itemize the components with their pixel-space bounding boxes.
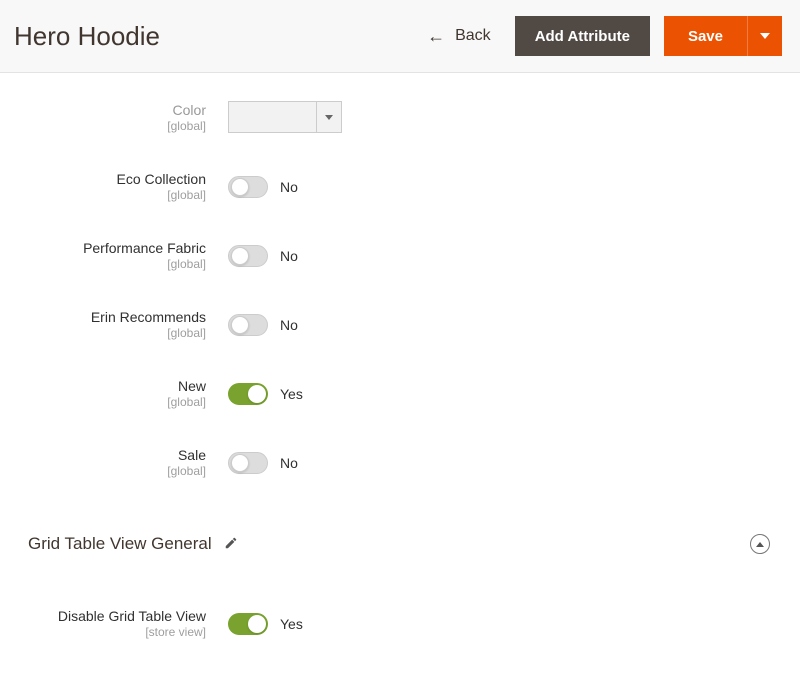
save-button[interactable]: Save	[664, 16, 748, 56]
pencil-icon	[224, 536, 238, 553]
toggle-state-text: Yes	[280, 386, 303, 402]
field-erin-recommends: Erin Recommends [global] No	[0, 309, 800, 340]
field-disable-grid-table-view: Disable Grid Table View [store view] Yes	[0, 608, 800, 639]
field-label-col: Color [global]	[0, 102, 228, 133]
field-label-col: Erin Recommends [global]	[0, 309, 228, 340]
field-label-col: Performance Fabric [global]	[0, 240, 228, 271]
new-toggle[interactable]	[228, 383, 268, 405]
chevron-down-icon	[316, 101, 342, 133]
section-grid-table-view-general[interactable]: Grid Table View General	[0, 516, 800, 568]
erin-recommends-toggle[interactable]	[228, 314, 268, 336]
field-label: Eco Collection	[0, 171, 206, 187]
performance-fabric-toggle[interactable]	[228, 245, 268, 267]
field-scope: [global]	[0, 257, 206, 271]
field-label: New	[0, 378, 206, 394]
field-new: New [global] Yes	[0, 378, 800, 409]
field-color: Color [global]	[0, 101, 800, 133]
field-label: Color	[0, 102, 206, 118]
field-scope: [global]	[0, 464, 206, 478]
field-scope: [global]	[0, 326, 206, 340]
field-scope: [global]	[0, 119, 206, 133]
toggle-state-text: No	[280, 455, 298, 471]
field-label-col: New [global]	[0, 378, 228, 409]
field-label: Disable Grid Table View	[0, 608, 206, 624]
attributes-form: Color [global] Eco Collection [global] N…	[0, 73, 800, 478]
field-label-col: Eco Collection [global]	[0, 171, 228, 202]
toggle-state-text: Yes	[280, 616, 303, 632]
color-select[interactable]	[228, 101, 342, 133]
chevron-down-icon	[760, 33, 770, 39]
field-eco-collection: Eco Collection [global] No	[0, 171, 800, 202]
collapse-toggle[interactable]	[750, 534, 770, 554]
eco-collection-toggle[interactable]	[228, 176, 268, 198]
add-attribute-button[interactable]: Add Attribute	[515, 16, 650, 56]
field-performance-fabric: Performance Fabric [global] No	[0, 240, 800, 271]
toggle-state-text: No	[280, 317, 298, 333]
save-dropdown-toggle[interactable]	[748, 16, 782, 56]
back-label: Back	[455, 27, 491, 45]
field-scope: [store view]	[0, 625, 206, 639]
field-label: Erin Recommends	[0, 309, 206, 325]
section-title: Grid Table View General	[28, 534, 212, 554]
toggle-state-text: No	[280, 248, 298, 264]
field-label-col: Sale [global]	[0, 447, 228, 478]
toggle-state-text: No	[280, 179, 298, 195]
sale-toggle[interactable]	[228, 452, 268, 474]
chevron-up-icon	[756, 542, 764, 547]
field-scope: [global]	[0, 188, 206, 202]
field-label: Performance Fabric	[0, 240, 206, 256]
back-button[interactable]: ← Back	[427, 27, 491, 45]
page-header: Hero Hoodie ← Back Add Attribute Save	[0, 0, 800, 73]
field-sale: Sale [global] No	[0, 447, 800, 478]
field-label-col: Disable Grid Table View [store view]	[0, 608, 228, 639]
page-title: Hero Hoodie	[14, 21, 427, 52]
field-label: Sale	[0, 447, 206, 463]
color-select-value	[228, 101, 316, 133]
arrow-left-icon: ←	[427, 27, 445, 45]
disable-grid-table-view-toggle[interactable]	[228, 613, 268, 635]
field-scope: [global]	[0, 395, 206, 409]
